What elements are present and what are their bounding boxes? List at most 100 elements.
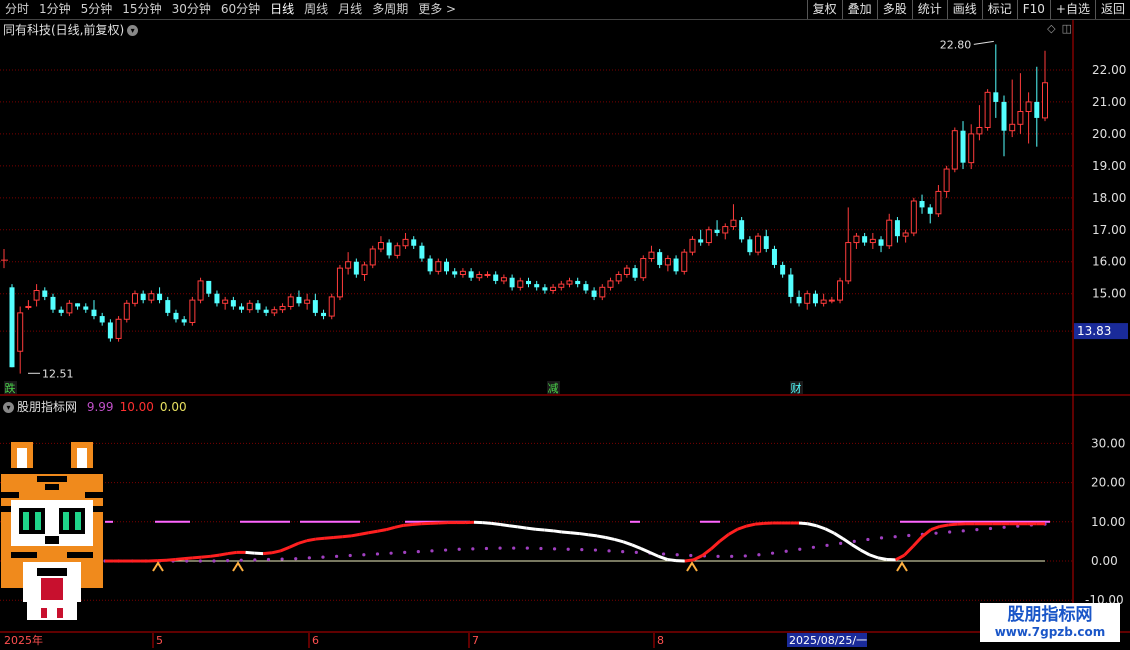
candle-body [780,264,786,275]
indicator-dot [416,550,420,554]
candle-body [968,133,975,164]
candle-body [377,242,384,250]
indicator-segment [701,547,713,557]
indicator-segment [166,557,176,562]
candle-body [730,219,737,228]
candle-body [123,302,130,320]
buy-signal-icon [232,561,244,572]
candle-body [763,236,769,249]
indicator-dot [512,546,516,550]
indicator-dot [661,552,666,556]
candle-body [386,242,392,256]
indicator-segment [394,523,405,529]
indicator-segment [570,531,580,536]
candle-body [575,280,581,285]
candle-body [369,248,376,266]
candle-body [17,312,24,352]
kline-chart[interactable]: 22.00 21.00 20.00 19.00 18.00 17.00 16.00 15.00… [0,0,1130,650]
indicator-segment [727,527,739,536]
indicator-lines [103,520,1050,572]
indicator-dot [266,557,271,562]
candle-body [206,280,212,294]
indicator-dot [321,555,325,559]
candle-body [107,322,113,339]
candle-body [312,300,318,313]
indicator-tick: 20.00 [1091,476,1125,490]
time-label: 8 [657,634,664,647]
indicator-dot [498,546,502,550]
candle-body [739,220,745,240]
indicator-segment [745,522,756,528]
candle-body [853,235,860,244]
candle-body [747,239,753,253]
chevron-down-icon[interactable]: ▾ [3,402,14,413]
candle-body [148,293,155,301]
indicator-segment [816,524,826,531]
time-label: 6 [312,634,319,647]
indicator-value: 0.00 [159,400,187,414]
watermark-title: 股朋指标网 [1007,605,1093,625]
candle-body [279,305,286,311]
indicator-segment [877,556,888,561]
candle-body [615,274,622,282]
candle-body [271,309,278,314]
indicator-dot [852,539,856,544]
candle-body [648,251,655,260]
candle-body [402,238,409,247]
indicator-value: 9.99 [86,400,114,414]
candle-body [1009,123,1016,132]
candle-body [902,232,909,237]
indicator-dot [825,543,829,547]
indicator-segment [359,531,369,536]
candle-body [296,296,302,304]
indicator-segment [930,525,941,532]
candle-body [444,261,450,272]
indicator-dot [975,528,979,532]
indicator-segment [288,542,299,549]
candle-body [66,302,73,314]
indicator-segment [710,539,721,550]
indicator-dot [552,547,557,551]
candle-body [886,219,893,247]
indicator-segment [297,539,308,545]
indicator-segment [850,543,862,552]
indicator-dot [934,531,938,535]
indicator-dot [389,551,393,555]
candle-body [255,303,261,310]
indicator-title-row: ▾ 股朋指标网 9.99 10.00 0.00 [3,398,187,415]
indicator-dot [239,558,243,562]
price-tick: 21.00 [1092,95,1126,109]
candle-body [25,305,32,308]
indicator-dot [280,557,284,561]
axis-labels: 22.00 21.00 20.00 19.00 18.00 17.00 16.00 15.00… [4,38,1128,648]
indicator-dot [525,546,529,550]
price-tick: 20.00 [1092,127,1126,141]
candle-body [287,296,294,307]
indicator-tick: 10.00 [1091,515,1125,529]
indicator-segment [807,522,817,528]
indicator-segment [737,524,747,531]
candle-body [681,251,688,272]
indicator-segment [342,534,352,539]
indicator-dot [988,526,993,531]
indicator-dot [484,546,489,551]
candle-body [517,280,524,288]
candle-body [509,277,515,288]
candle-body [419,245,425,259]
time-label: 2025/08/25/一 [789,634,867,647]
candle-body [862,236,868,243]
indicator-segment [227,550,237,556]
indicator-dot [607,549,611,553]
indicator-dot [566,547,570,551]
candle-body [83,306,89,310]
candle-body [788,274,794,297]
candle-body [246,302,253,311]
indicator-segment [262,551,273,556]
indicator-segment [684,558,694,563]
indicator-dot [226,559,230,563]
candle-body [99,316,105,323]
candle-body [75,303,81,307]
time-label: 2025年 [4,633,43,647]
indicator-segment [903,545,915,557]
candle-body [173,312,179,320]
